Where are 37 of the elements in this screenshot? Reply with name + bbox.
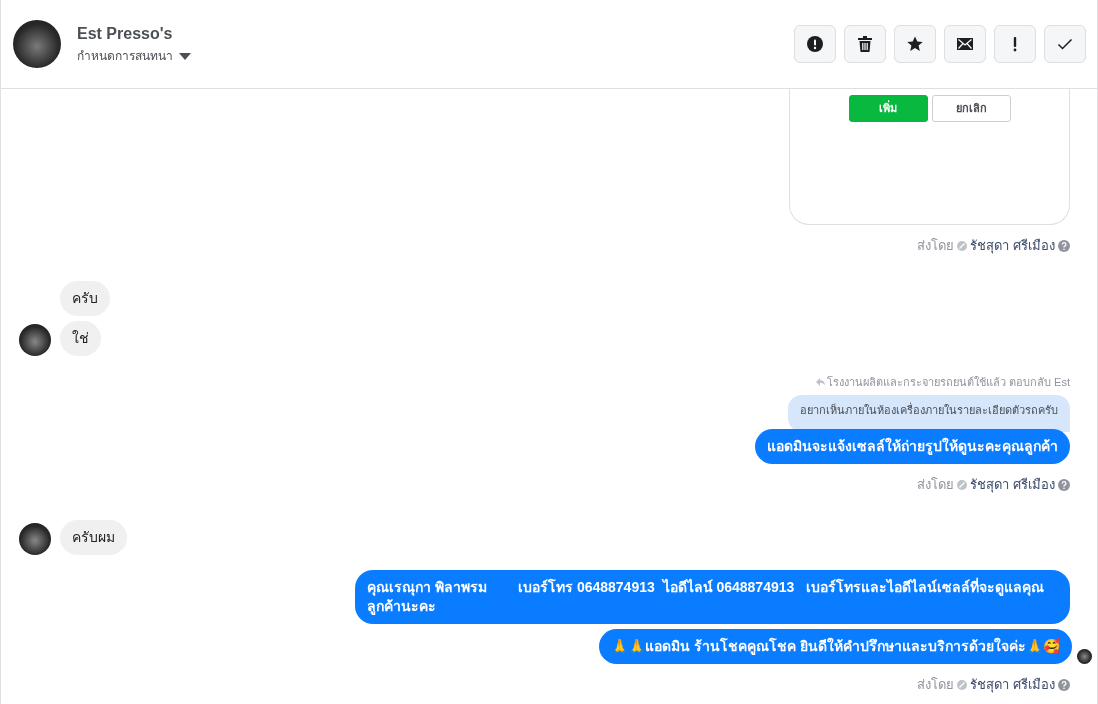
ban-icon (957, 479, 968, 490)
help-icon[interactable] (1058, 678, 1070, 691)
cancel-button[interactable]: ยกเลิก (931, 95, 1011, 122)
ban-icon (957, 241, 968, 251)
message-bubble: ใช่ (60, 321, 101, 356)
star-button[interactable] (894, 25, 936, 63)
ban-icon (957, 679, 968, 690)
quoted-message: อยากเห็นภายในห้องเครื่องภายในรายละเอียดตัวรถครับ (788, 394, 1070, 432)
check-icon (1057, 36, 1073, 52)
reply-icon (816, 378, 825, 387)
envelope-button[interactable] (944, 25, 986, 63)
message-bubble: ครับผม (60, 519, 127, 555)
message-bubble: ครับ (60, 281, 110, 316)
conversation-label-text: กำหนดการสนทนา (77, 48, 173, 64)
help-icon[interactable] (1058, 240, 1070, 252)
envelope-icon (957, 36, 973, 52)
check-button[interactable] (1044, 25, 1086, 63)
conversation-label[interactable]: กำหนดการสนทนา (77, 48, 191, 64)
caret-icon (179, 52, 191, 60)
alert-button[interactable] (794, 25, 836, 63)
message-bubble: 🙏🙏แอดมิน ร้านโชคคูณโชค ยินดีให้คำปรึกษาและบริการด้วยใจค่ะ🙏🥰 (599, 628, 1072, 664)
sender-name: รัชสุดา ศรีเมือง (970, 675, 1055, 694)
trash-icon (857, 36, 873, 52)
sent-by-label: ส่งโดย (917, 475, 955, 494)
reply-note: โรงงานผลิตและกระจายรถยนต์ใช้แล้ว ตอบกลับ Est (827, 375, 1070, 390)
sent-by-label: ส่งโดย (917, 675, 955, 694)
message-bubble: แอดมินจะแจ้งเซลล์ให้ถ่ายรูปให้ดูนะคะคุณลูกค้า (755, 428, 1070, 464)
sent-by-label: ส่งโดย (917, 237, 955, 255)
help-icon[interactable] (1058, 478, 1070, 491)
sender-name: รัชสุดา ศรีเมือง (970, 475, 1055, 494)
message-bubble: คุณเรณุกา พิลาพรม เบอร์โทร 0648874913 ไอดีไลน์ 0648874913 เบอร์โทรและไอดีไลน์เซลล์ที่จะดูแลคุณลูกค้านะคะ (355, 569, 1070, 624)
alert-icon (807, 36, 823, 52)
trash-button[interactable] (844, 25, 886, 63)
contact-name: Est Presso's (77, 24, 174, 44)
star-icon (907, 36, 923, 52)
sender-name: รัชสุดา ศรีเมือง (970, 237, 1055, 255)
avatar-photo (13, 20, 61, 68)
